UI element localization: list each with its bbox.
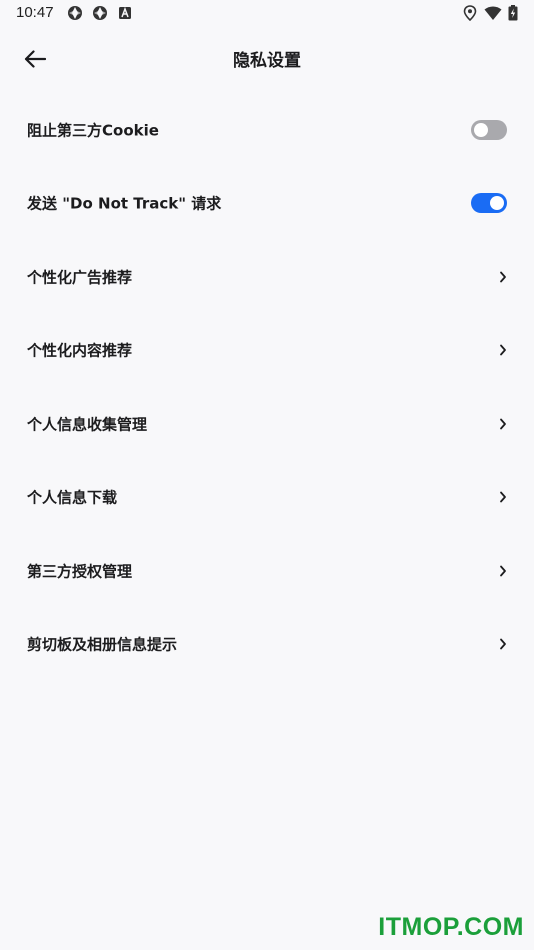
toggle-knob [474, 122, 488, 137]
status-bar: 10:47 [0, 0, 534, 28]
chevron-right-icon [500, 565, 506, 577]
setting-block-third-party-cookie[interactable]: 阻止第三方Cookie [0, 93, 534, 167]
setting-label: 个人信息收集管理 [27, 415, 148, 434]
status-time: 10:47 [16, 4, 54, 21]
setting-personalized-content[interactable]: 个性化内容推荐 [0, 314, 534, 388]
toggle-knob [490, 196, 504, 211]
setting-personal-info-download[interactable]: 个人信息下载 [0, 461, 534, 535]
setting-personal-info-collection[interactable]: 个人信息收集管理 [0, 387, 534, 461]
app-notification-icon [92, 5, 108, 21]
setting-label: 剪切板及相册信息提示 [27, 635, 178, 654]
watermark: ITMOP.COM [378, 913, 524, 941]
header: 隐私设置 [0, 28, 534, 90]
app-notification-icon [67, 5, 83, 21]
setting-personalized-ads[interactable]: 个性化广告推荐 [0, 240, 534, 314]
setting-label: 个性化广告推荐 [27, 268, 133, 287]
setting-label: 发送 "Do Not Track" 请求 [27, 194, 222, 213]
wifi-icon [484, 5, 502, 21]
location-icon [463, 5, 479, 22]
setting-label: 个性化内容推荐 [27, 341, 133, 360]
chevron-right-icon [500, 344, 506, 356]
page-title: 隐私设置 [233, 51, 301, 71]
setting-label: 个人信息下载 [27, 488, 118, 507]
setting-label: 第三方授权管理 [27, 562, 133, 581]
block-third-party-cookie-toggle[interactable] [471, 119, 507, 140]
setting-label: 阻止第三方Cookie [27, 121, 159, 140]
setting-third-party-authorization[interactable]: 第三方授权管理 [0, 534, 534, 608]
text-notification-icon [118, 5, 134, 21]
chevron-right-icon [500, 418, 506, 430]
do-not-track-toggle[interactable] [471, 193, 507, 214]
chevron-right-icon [500, 271, 506, 283]
settings-list: 阻止第三方Cookie 发送 "Do Not Track" 请求 个性化广告推荐… [0, 93, 534, 681]
chevron-right-icon [500, 638, 506, 650]
battery-charging-icon [508, 5, 524, 21]
setting-do-not-track[interactable]: 发送 "Do Not Track" 请求 [0, 167, 534, 241]
setting-clipboard-album-prompt[interactable]: 剪切板及相册信息提示 [0, 608, 534, 682]
chevron-right-icon [500, 491, 506, 503]
